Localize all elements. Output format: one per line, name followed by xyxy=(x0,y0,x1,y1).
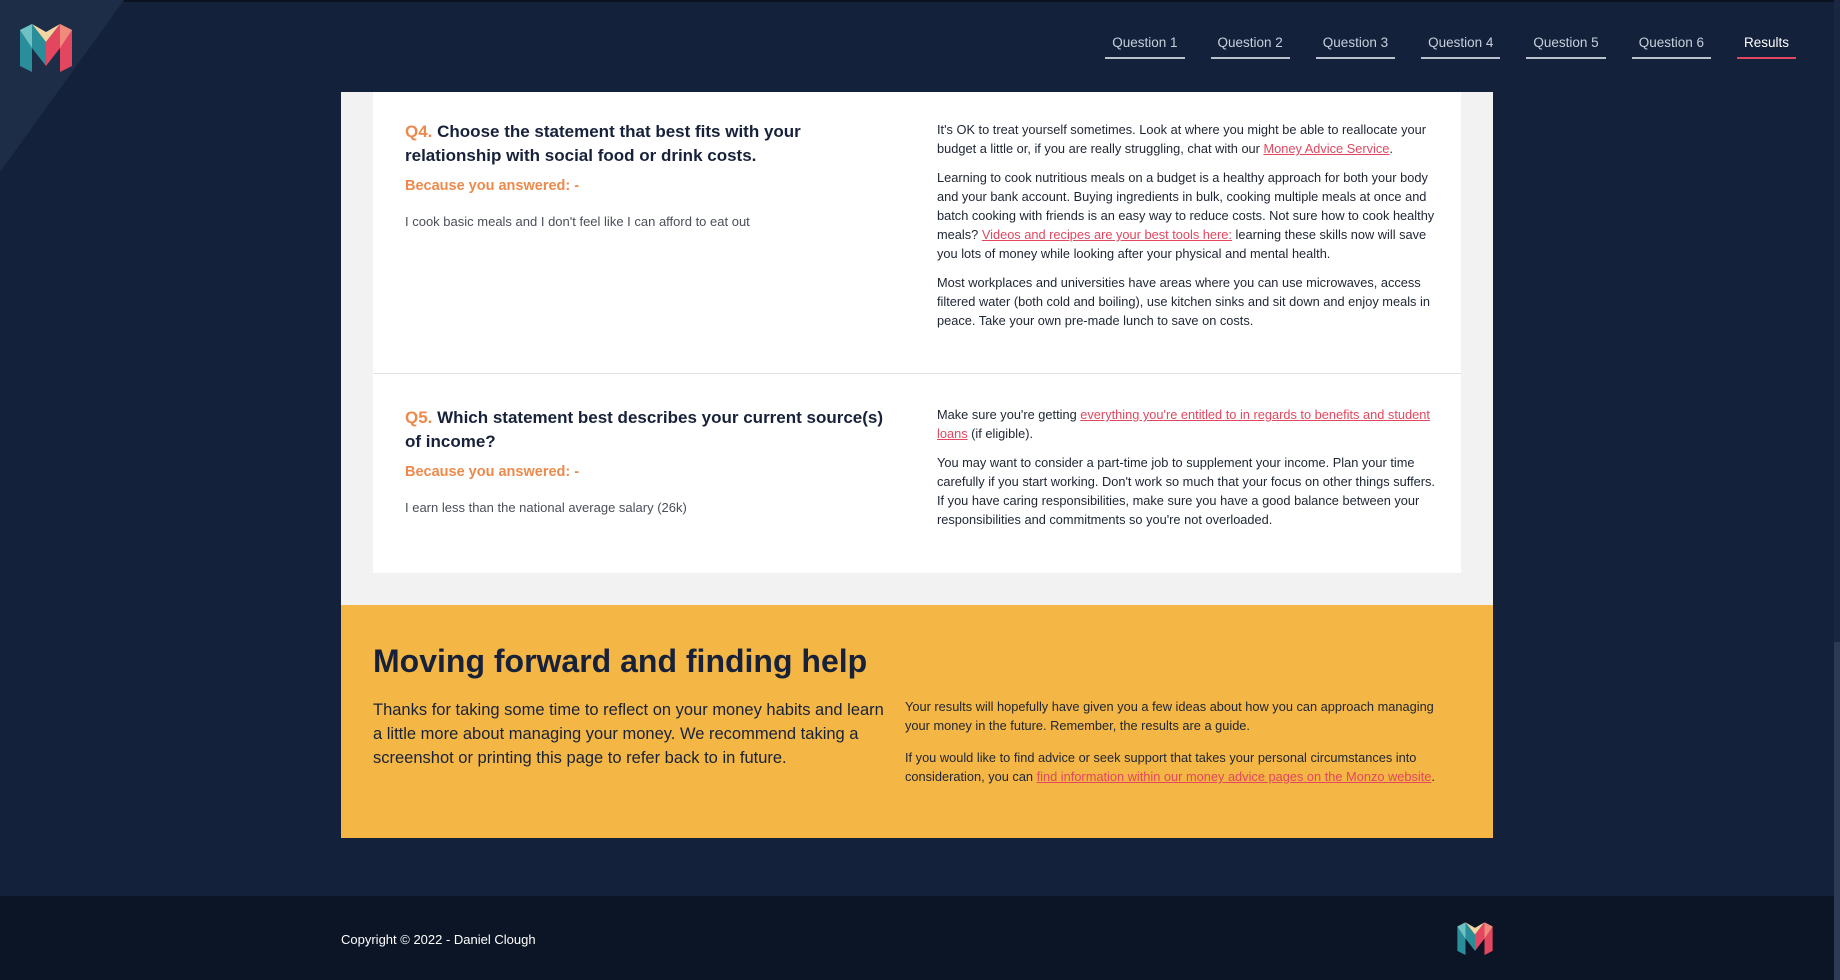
help-section: Moving forward and finding help Thanks f… xyxy=(341,605,1493,838)
q5-because-label: Because you answered: - xyxy=(405,464,580,480)
nav-results[interactable]: Results xyxy=(1736,34,1796,59)
q5-answer: I earn less than the national average sa… xyxy=(405,500,687,515)
scrollbar-track[interactable] xyxy=(1834,0,1840,980)
footer: Copyright © 2022 - Daniel Clough xyxy=(0,896,1840,980)
q5-advice-p1: Make sure you're getting everything you'… xyxy=(937,405,1437,443)
help-advice: Your results will hopefully have given y… xyxy=(905,697,1435,799)
q4-title: Q4. Choose the statement that best fits … xyxy=(405,120,885,168)
q5-card: Q5. Which statement best describes your … xyxy=(373,374,1461,573)
help-body: Thanks for taking some time to reflect o… xyxy=(373,701,884,767)
header: Question 1 Question 2 Question 3 Questio… xyxy=(0,0,1840,172)
q4-advice-p3: Most workplaces and universities have ar… xyxy=(937,275,1430,328)
header-top-edge xyxy=(0,0,1840,2)
q4-advice: It's OK to treat yourself sometimes. Loo… xyxy=(937,120,1437,340)
monzo-logo-icon[interactable] xyxy=(18,22,74,72)
q4-card: Q4. Choose the statement that best fits … xyxy=(373,92,1461,373)
videos-recipes-link[interactable]: Videos and recipes are your best tools h… xyxy=(982,227,1232,242)
money-advice-service-link[interactable]: Money Advice Service xyxy=(1264,141,1390,156)
results-panel: Q4. Choose the statement that best fits … xyxy=(341,92,1493,605)
footer-logo-icon[interactable] xyxy=(1456,921,1494,955)
nav-question-2[interactable]: Question 2 xyxy=(1210,34,1290,59)
q5-p1-text: Make sure you're getting xyxy=(937,407,1081,422)
q4-answer: I cook basic meals and I don't feel like… xyxy=(405,214,750,229)
q5-p1-end: (if eligible). xyxy=(967,426,1034,441)
q5-advice: Make sure you're getting everything you'… xyxy=(937,405,1437,539)
nav-question-5[interactable]: Question 5 xyxy=(1526,34,1606,59)
monzo-money-advice-link[interactable]: find information within our money advice… xyxy=(1037,769,1432,784)
help-p2-end: . xyxy=(1431,769,1435,784)
q5-question: Q5. Which statement best describes your … xyxy=(405,406,885,515)
help-p2: If you would like to find advice or seek… xyxy=(905,748,1435,786)
q5-number: Q5. xyxy=(405,408,433,427)
nav-question-1[interactable]: Question 1 xyxy=(1105,34,1185,59)
nav-question-3[interactable]: Question 3 xyxy=(1315,34,1396,59)
scrollbar-thumb[interactable] xyxy=(1834,642,1840,980)
nav-question-4[interactable]: Question 4 xyxy=(1421,34,1501,59)
q4-question: Q4. Choose the statement that best fits … xyxy=(405,120,885,229)
q4-number: Q4. xyxy=(405,122,433,141)
help-p1: Your results will hopefully have given y… xyxy=(905,699,1434,733)
q4-because-label: Because you answered: - xyxy=(405,178,580,194)
help-title: Moving forward and finding help xyxy=(373,643,868,679)
question-nav: Question 1 Question 2 Question 3 Questio… xyxy=(1079,34,1796,59)
q4-title-text: Choose the statement that best fits with… xyxy=(405,122,801,165)
q5-advice-p2: You may want to consider a part-time job… xyxy=(937,455,1435,527)
q5-title: Q5. Which statement best describes your … xyxy=(405,406,885,454)
q4-p1-end: . xyxy=(1389,141,1393,156)
nav-question-6[interactable]: Question 6 xyxy=(1631,34,1711,59)
q4-advice-p1: It's OK to treat yourself sometimes. Loo… xyxy=(937,120,1437,158)
q5-title-text: Which statement best describes your curr… xyxy=(405,408,884,451)
copyright-text: Copyright © 2022 - Daniel Clough xyxy=(341,932,536,947)
q4-advice-p2: Learning to cook nutritious meals on a b… xyxy=(937,168,1437,263)
